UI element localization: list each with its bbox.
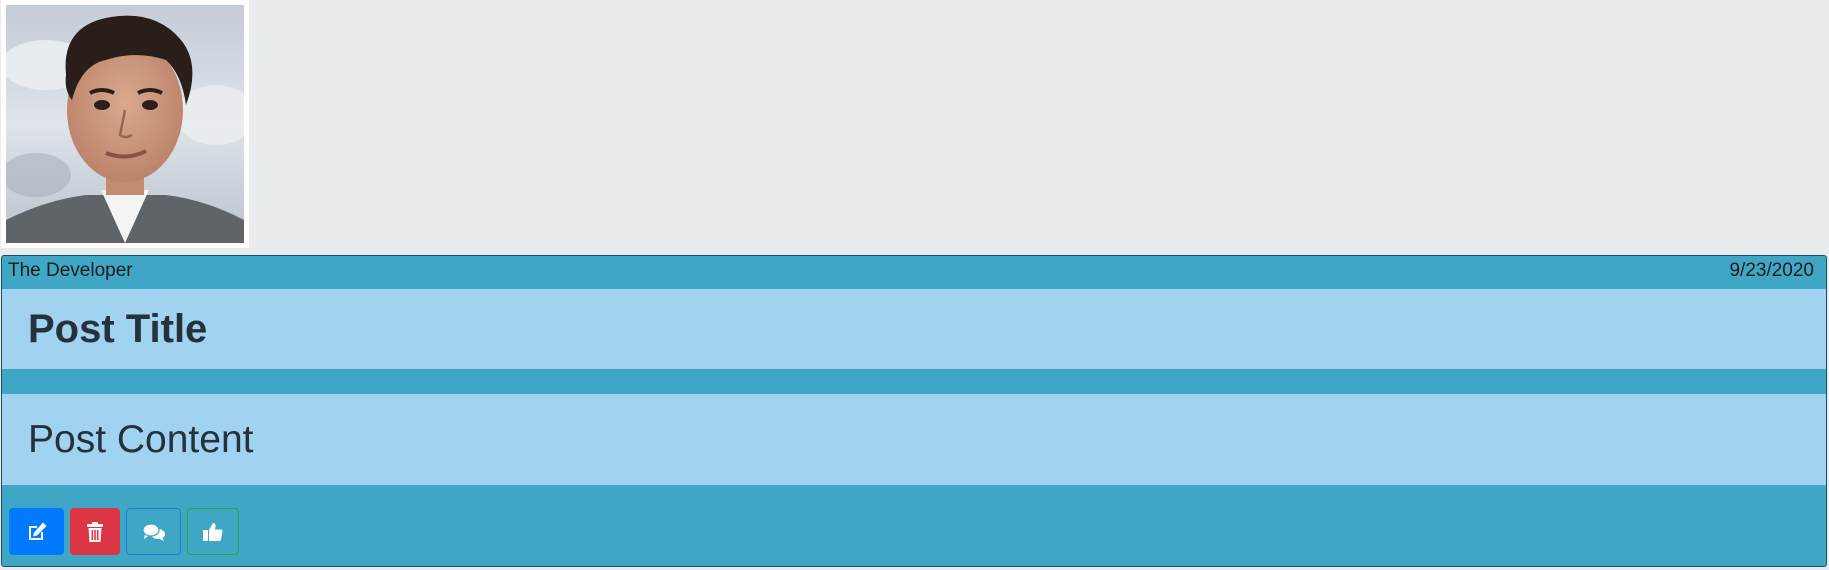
trash-icon bbox=[87, 521, 103, 542]
post-title-band: Post Title bbox=[2, 289, 1826, 369]
post-author: The Developer bbox=[8, 260, 133, 281]
like-button[interactable] bbox=[187, 508, 239, 555]
delete-button[interactable] bbox=[70, 508, 120, 555]
post-actions bbox=[9, 508, 239, 555]
post-header: The Developer 9/23/2020 bbox=[2, 256, 1826, 289]
avatar bbox=[6, 5, 244, 243]
comments-button[interactable] bbox=[126, 508, 181, 555]
post-title: Post Title bbox=[28, 306, 208, 351]
avatar-frame bbox=[1, 0, 249, 248]
post-divider bbox=[2, 369, 1826, 394]
post-content-band: Post Content bbox=[2, 394, 1826, 485]
thumbs-up-icon bbox=[203, 522, 223, 541]
post-content: Post Content bbox=[28, 417, 254, 461]
edit-icon bbox=[28, 522, 46, 540]
edit-button[interactable] bbox=[9, 508, 64, 555]
post-card: The Developer 9/23/2020 Post Title Post … bbox=[1, 255, 1827, 567]
post-date: 9/23/2020 bbox=[1729, 260, 1814, 281]
comments-icon bbox=[141, 522, 165, 541]
